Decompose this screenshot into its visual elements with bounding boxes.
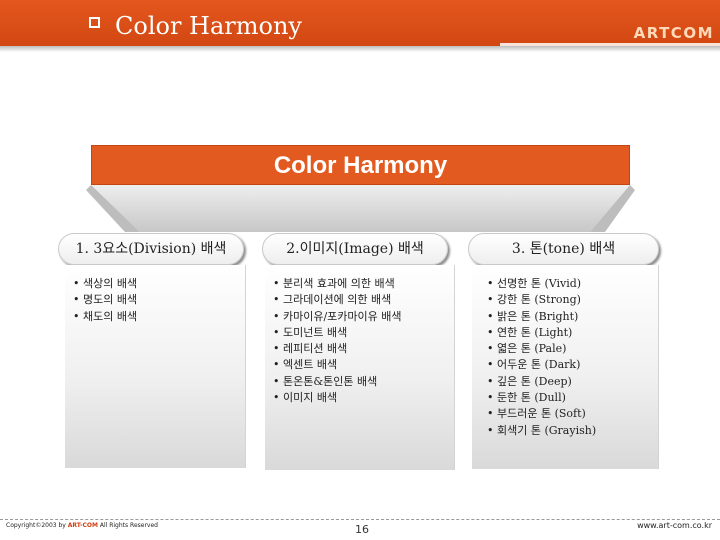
copyright-text: Copyright©2003 by ART-COM All Rights Res…: [6, 522, 158, 529]
list-item: 톤온톤&톤인톤 배색: [273, 374, 454, 390]
copyright-brand: ART-COM: [67, 522, 98, 529]
column-3-heading-text: 3. 톤(tone) 배색: [511, 241, 616, 257]
list-item: 명도의 배색: [73, 292, 245, 308]
list-item: 이미지 배색: [273, 390, 454, 406]
column-1-panel: 색상의 배색 명도의 배색 채도의 배색: [65, 265, 246, 468]
list-item: 채도의 배색: [73, 309, 245, 325]
copyright-prefix: Copyright©2003 by: [6, 522, 66, 529]
list-item: 색상의 배색: [73, 276, 245, 292]
column-2-heading-text: 2.이미지(Image) 배색: [286, 241, 424, 257]
banner-title: Color Harmony: [273, 152, 448, 179]
center-banner: Color Harmony: [91, 145, 630, 185]
column-1-list: 색상의 배색 명도의 배색 채도의 배색: [65, 265, 245, 325]
list-item: 부드러운 톤 (Soft): [487, 406, 658, 422]
copyright-suffix: All Rights Reserved: [99, 522, 158, 529]
list-item: 강한 톤 (Strong): [487, 292, 658, 308]
list-item: 선명한 톤 (Vivid): [487, 276, 658, 292]
list-item: 카마이유/포카마이유 배색: [273, 309, 454, 325]
footer-divider: [0, 519, 720, 520]
list-item: 레피티션 배색: [273, 341, 454, 357]
column-2-panel: 분리색 효과에 의한 배색 그라데이션에 의한 배색 카마이유/포카마이유 배색…: [265, 265, 455, 470]
column-1-heading-text: 1. 3요소(Division) 배색: [75, 241, 227, 257]
list-item: 도미넌트 배색: [273, 325, 454, 341]
list-item: 엑센트 배색: [273, 357, 454, 373]
list-item: 둔한 톤 (Dull): [487, 390, 658, 406]
column-3-panel: 선명한 톤 (Vivid) 강한 톤 (Strong) 밝은 톤 (Bright…: [472, 265, 659, 469]
funnel-body: [91, 185, 630, 232]
column-3-list: 선명한 톤 (Vivid) 강한 톤 (Strong) 밝은 톤 (Bright…: [472, 265, 658, 439]
column-2-heading: 2.이미지(Image) 배색: [262, 233, 448, 265]
list-item: 깊은 톤 (Deep): [487, 374, 658, 390]
website-link[interactable]: www.art-com.co.kr: [637, 521, 712, 530]
column-2-list: 분리색 효과에 의한 배색 그라데이션에 의한 배색 카마이유/포카마이유 배색…: [265, 265, 454, 406]
list-item: 분리색 효과에 의한 배색: [273, 276, 454, 292]
list-item: 엷은 톤 (Pale): [487, 341, 658, 357]
page-number: 16: [355, 523, 369, 536]
column-3-heading: 3. 톤(tone) 배색: [468, 233, 659, 265]
list-item: 그라데이션에 의한 배색: [273, 292, 454, 308]
list-item: 회색기 톤 (Grayish): [487, 423, 658, 439]
list-item: 어두운 톤 (Dark): [487, 357, 658, 373]
column-1-heading: 1. 3요소(Division) 배색: [58, 233, 244, 265]
list-item: 밝은 톤 (Bright): [487, 309, 658, 325]
list-item: 연한 톤 (Light): [487, 325, 658, 341]
